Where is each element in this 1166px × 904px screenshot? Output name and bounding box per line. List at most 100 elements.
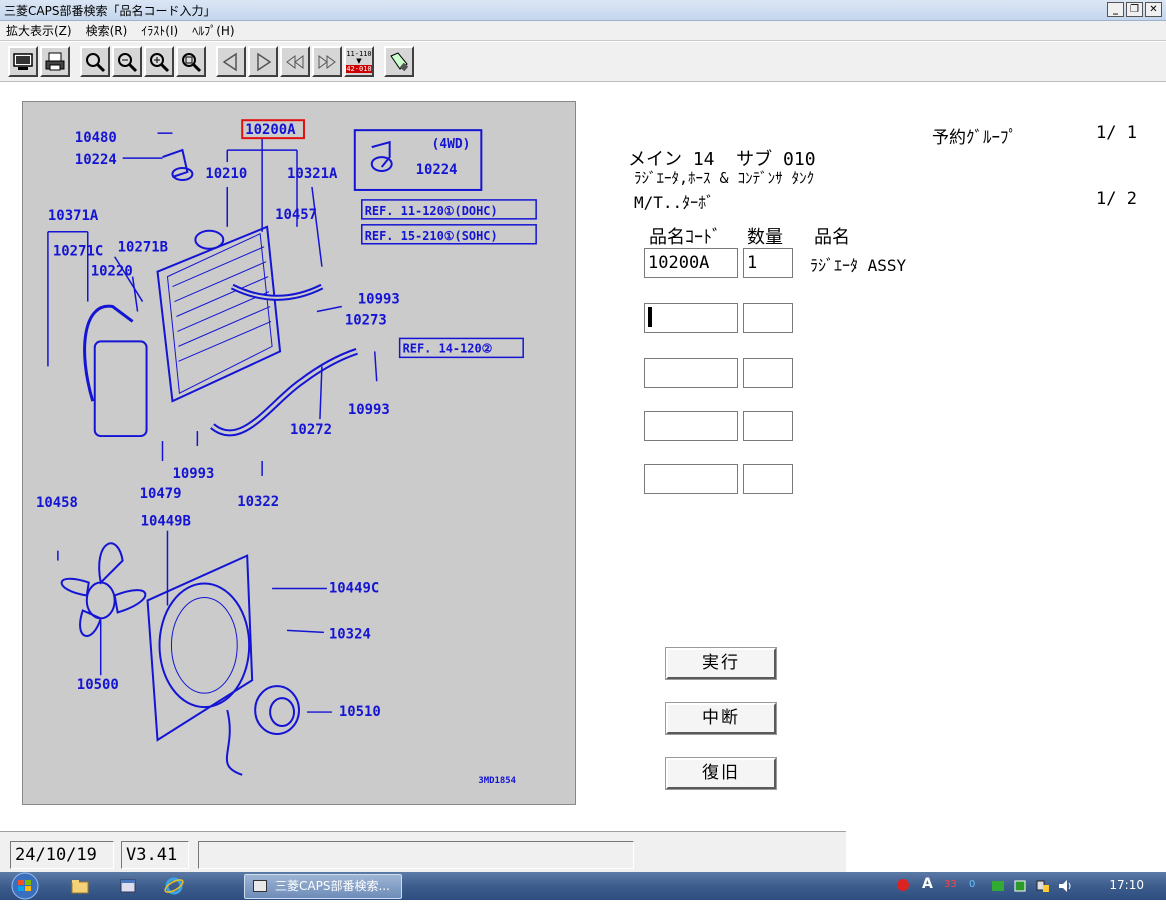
text-caret <box>648 306 652 327</box>
system-tray: A 33 0 17:10 <box>894 872 1166 900</box>
minimize-button[interactable]: _ <box>1107 2 1124 17</box>
part-code-input-4[interactable] <box>644 411 738 441</box>
toolbar: 11-110 ▼ 42-010 <box>0 42 1166 82</box>
menu-illustration[interactable]: ｲﾗｽﾄ(I) <box>141 21 178 40</box>
toolbar-flashlight-button[interactable] <box>384 46 414 77</box>
app-icon[interactable] <box>118 876 138 896</box>
part-label[interactable]: 10510 <box>339 704 381 720</box>
execute-button[interactable]: 実行 <box>665 647 777 680</box>
quantity-input-5[interactable] <box>743 464 793 494</box>
restore-button[interactable]: 復旧 <box>665 757 777 790</box>
tray-counter-1: 33 <box>944 879 957 890</box>
ime-indicator[interactable]: A <box>922 876 933 892</box>
part-label[interactable]: 10458 <box>36 495 78 511</box>
toolbar-zoom-button-4[interactable] <box>176 46 206 77</box>
part-label[interactable]: 10224 <box>75 152 117 168</box>
part-label[interactable]: 10322 <box>237 494 279 510</box>
status-date: 24/10/19 <box>10 841 114 869</box>
ref-label-1[interactable]: REF. 11-120①(DOHC) <box>365 204 498 218</box>
part-code-input-2[interactable] <box>644 303 738 333</box>
monitor-icon <box>13 52 33 70</box>
magnifier-icon <box>182 52 202 72</box>
toolbar-next-button[interactable] <box>248 46 278 77</box>
taskbar-clock[interactable]: 17:10 <box>1109 878 1144 892</box>
window-controls: _ ❐ ✕ <box>1107 2 1162 17</box>
part-label[interactable]: 10371A <box>48 208 99 224</box>
part-label[interactable]: 10479 <box>140 486 182 502</box>
group-description: ﾗｼﾞｴｰﾀ,ﾎｰｽ & ｺﾝﾃﾞﾝｻ ﾀﾝｸ <box>634 169 815 187</box>
quantity-input-2[interactable] <box>743 303 793 333</box>
window-title: 三菱CAPS部番検索「品名コード入力」 <box>4 4 216 18</box>
toolbar-last-button[interactable] <box>312 46 342 77</box>
ref-label-2[interactable]: REF. 15-210①(SOHC) <box>365 229 498 243</box>
part-code-input-5[interactable] <box>644 464 738 494</box>
reserve-group-page: 1/ 1 <box>1096 123 1137 143</box>
arrow-down-icon: ▼ <box>356 57 362 65</box>
part-label[interactable]: 10321A <box>287 166 338 182</box>
toolbar-print-button[interactable] <box>40 46 70 77</box>
part-label-highlighted[interactable]: 10200A <box>245 122 296 138</box>
column-header-code: 品名ｺｰﾄﾞ <box>649 227 721 248</box>
menu-bar: 拡大表示(Z) 検索(R) ｲﾗｽﾄ(I) ﾍﾙﾌﾟ(H) <box>0 21 1166 41</box>
network-warning-icon[interactable] <box>894 876 912 894</box>
part-label[interactable]: 10993 <box>358 292 400 308</box>
close-button[interactable]: ✕ <box>1145 2 1162 17</box>
toolbar-zoom-button-1[interactable] <box>80 46 110 77</box>
title-bar[interactable]: 三菱CAPS部番検索「品名コード入力」 _ ❐ ✕ <box>0 0 1166 21</box>
start-button[interactable] <box>6 872 44 900</box>
model-label: M/T..ﾀｰﾎﾞ <box>634 193 715 212</box>
toolbar-zoom-button-3[interactable] <box>144 46 174 77</box>
radiator-illustration: 10200A (4WD) REF. 11-120①(DOHC) REF. 15-… <box>36 119 537 786</box>
double-right-icon <box>318 54 336 69</box>
menu-help[interactable]: ﾍﾙﾌﾟ(H) <box>192 21 234 40</box>
part-code-input-3[interactable] <box>644 358 738 388</box>
part-code-input-1[interactable]: 10200A <box>644 248 738 278</box>
menu-zoom[interactable]: 拡大表示(Z) <box>6 21 72 40</box>
part-label[interactable]: 10457 <box>275 207 317 223</box>
status-version: V3.41 <box>121 841 189 869</box>
column-header-name: 品名 <box>814 227 850 248</box>
ref-label-3[interactable]: REF. 14-120② <box>403 341 493 355</box>
interrupt-button[interactable]: 中断 <box>665 702 777 735</box>
part-label[interactable]: 10272 <box>290 422 332 438</box>
security-icon[interactable] <box>990 878 1006 894</box>
parts-diagram[interactable]: 10200A (4WD) REF. 11-120①(DOHC) REF. 15-… <box>22 101 576 805</box>
part-label[interactable]: 10273 <box>345 312 387 328</box>
part-label[interactable]: 10224 <box>416 162 458 178</box>
taskbar-app-label: 三菱CAPS部番検索... <box>275 879 390 893</box>
status-message <box>198 841 634 869</box>
toolbar-group-counter-button[interactable]: 11-110 ▼ 42-010 <box>344 46 374 77</box>
internet-explorer-icon[interactable] <box>164 876 184 896</box>
tray-counter-2: 0 <box>969 879 976 890</box>
note-4wd: (4WD) <box>432 137 471 152</box>
part-label[interactable]: 10210 <box>205 166 247 182</box>
part-label[interactable]: 10271C <box>53 244 103 260</box>
quantity-input-3[interactable] <box>743 358 793 388</box>
flashlight-icon <box>390 51 409 71</box>
part-label[interactable]: 10500 <box>77 677 119 693</box>
part-label[interactable]: 10993 <box>172 466 214 482</box>
toolbar-zoom-button-2[interactable] <box>112 46 142 77</box>
folder-icon[interactable] <box>70 876 90 896</box>
toolbar-prev-button[interactable] <box>216 46 246 77</box>
reserve-group-label: 予約ｸﾞﾙｰﾌﾟ <box>932 128 1017 148</box>
taskbar-app-item[interactable]: 三菱CAPS部番検索... <box>244 874 402 899</box>
part-label[interactable]: 10324 <box>329 626 371 642</box>
volume-icon[interactable] <box>1056 877 1074 895</box>
menu-search[interactable]: 検索(R) <box>86 21 128 40</box>
toolbar-first-button[interactable] <box>280 46 310 77</box>
part-label[interactable]: 10271B <box>118 240 168 256</box>
toolbar-monitor-button[interactable] <box>8 46 38 77</box>
part-label[interactable]: 10449C <box>329 580 379 596</box>
part-label[interactable]: 10449B <box>141 514 191 530</box>
part-label[interactable]: 10993 <box>348 402 390 418</box>
restore-button[interactable]: ❐ <box>1126 2 1143 17</box>
quantity-input-1[interactable]: 1 <box>743 248 793 278</box>
taskbar: 三菱CAPS部番検索... A 33 0 17:10 <box>0 872 1166 900</box>
status-bar: 24/10/19 V3.41 <box>0 828 1166 872</box>
quantity-input-4[interactable] <box>743 411 793 441</box>
part-label[interactable]: 10480 <box>75 130 117 146</box>
part-label[interactable]: 10220 <box>91 264 133 280</box>
network-icon[interactable] <box>1034 877 1052 895</box>
green-square-icon[interactable] <box>1012 878 1028 894</box>
